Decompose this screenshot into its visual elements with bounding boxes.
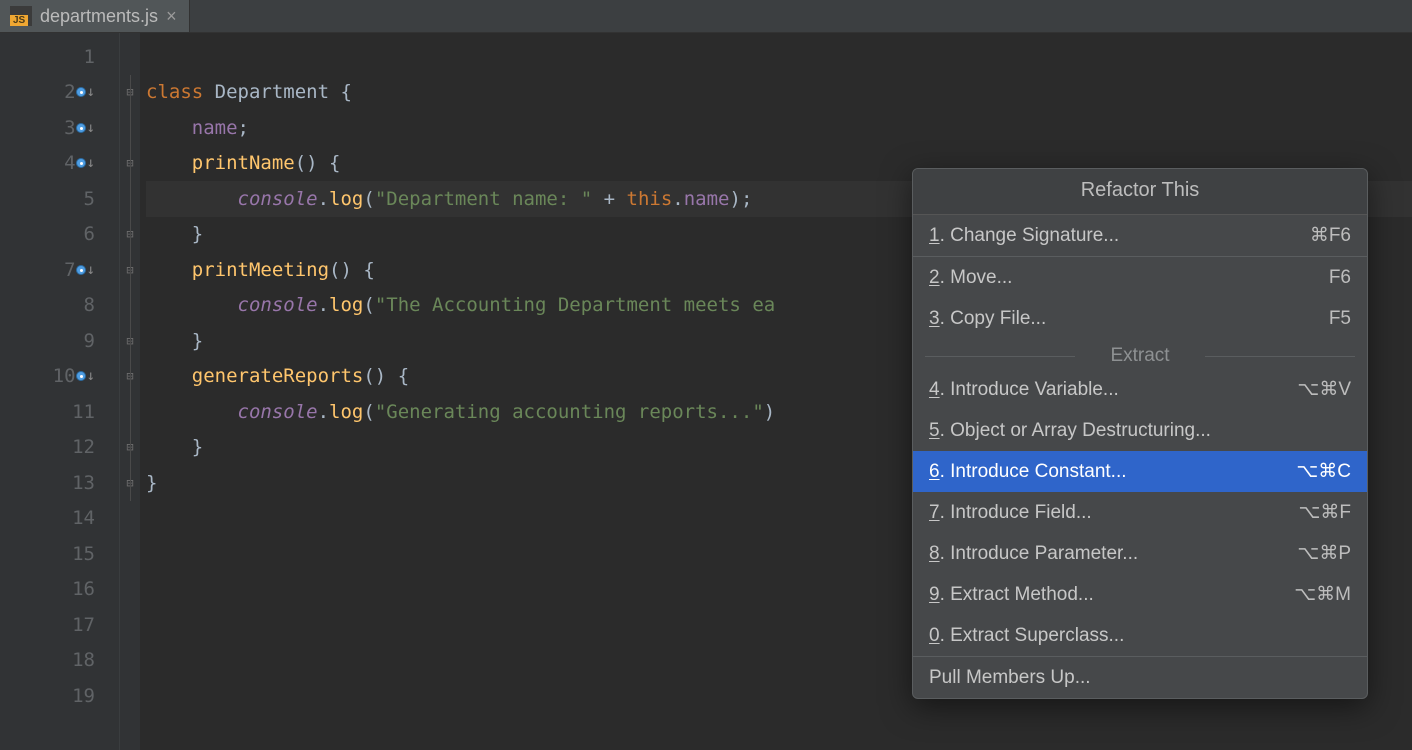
override-marker-icon[interactable]: ↓: [76, 84, 95, 100]
line-number: 3↓: [0, 110, 119, 146]
popup-section-extract: Extract: [913, 339, 1367, 369]
refactor-item-extract-method[interactable]: 9. Extract Method...⌥⌘M: [913, 574, 1367, 615]
refactor-item-change-signature[interactable]: 1. Change Signature...⌘F6: [913, 215, 1367, 256]
close-icon[interactable]: ×: [166, 6, 177, 27]
line-number: 2↓: [0, 75, 119, 111]
line-number: 12: [0, 430, 119, 466]
line-number: 14: [0, 501, 119, 537]
override-marker-icon[interactable]: ↓: [76, 368, 95, 384]
shortcut-label: ⌥⌘M: [1294, 583, 1351, 606]
refactor-item-introduce-variable[interactable]: 4. Introduce Variable...⌥⌘V: [913, 369, 1367, 410]
code-line[interactable]: name;: [146, 110, 1412, 146]
line-number-gutter: 12↓3↓4↓567↓8910↓111213141516171819: [0, 33, 120, 750]
line-number: 10↓: [0, 359, 119, 395]
refactor-item-introduce-parameter[interactable]: 8. Introduce Parameter...⌥⌘P: [913, 533, 1367, 574]
refactor-item-introduce-constant[interactable]: 6. Introduce Constant...⌥⌘C: [913, 451, 1367, 492]
line-number: 7↓: [0, 252, 119, 288]
shortcut-label: ⌥⌘C: [1296, 460, 1351, 483]
file-tab[interactable]: departments.js ×: [0, 0, 190, 32]
code-line[interactable]: [146, 39, 1412, 75]
line-number: 1: [0, 39, 119, 75]
refactor-item-object-or-array-destructuring[interactable]: 5. Object or Array Destructuring...: [913, 410, 1367, 451]
line-number: 19: [0, 678, 119, 714]
override-marker-icon[interactable]: ↓: [76, 155, 95, 171]
line-number: 16: [0, 572, 119, 608]
tab-bar: departments.js ×: [0, 0, 1412, 33]
line-number: 18: [0, 643, 119, 679]
refactor-item-extract-superclass[interactable]: 0. Extract Superclass...: [913, 615, 1367, 656]
line-number: 8: [0, 288, 119, 324]
refactor-item-move[interactable]: 2. Move...F6: [913, 257, 1367, 298]
line-number: 5: [0, 181, 119, 217]
refactor-popup: Refactor This 1. Change Signature...⌘F62…: [912, 168, 1368, 699]
shortcut-label: F5: [1329, 308, 1351, 330]
line-number: 6: [0, 217, 119, 253]
refactor-item-introduce-field[interactable]: 7. Introduce Field...⌥⌘F: [913, 492, 1367, 533]
code-line[interactable]: class Department {: [146, 75, 1412, 111]
shortcut-label: ⌥⌘P: [1297, 542, 1351, 565]
line-number: 9: [0, 323, 119, 359]
line-number: 11: [0, 394, 119, 430]
shortcut-label: ⌘F6: [1310, 224, 1351, 247]
tab-filename: departments.js: [40, 6, 158, 27]
override-marker-icon[interactable]: ↓: [76, 120, 95, 136]
refactor-item-pull-members-up[interactable]: Pull Members Up...: [913, 657, 1367, 698]
line-number: 4↓: [0, 146, 119, 182]
js-file-icon: [10, 6, 32, 26]
override-marker-icon[interactable]: ↓: [76, 262, 95, 278]
shortcut-label: ⌥⌘V: [1297, 378, 1351, 401]
line-number: 15: [0, 536, 119, 572]
fold-gutter: ⊟⊟⊟⊟⊟⊟⊟⊟: [120, 33, 140, 750]
line-number: 13: [0, 465, 119, 501]
shortcut-label: ⌥⌘F: [1298, 501, 1351, 524]
popup-title: Refactor This: [913, 169, 1367, 215]
refactor-item-copy-file[interactable]: 3. Copy File...F5: [913, 298, 1367, 339]
shortcut-label: F6: [1329, 267, 1351, 289]
line-number: 17: [0, 607, 119, 643]
